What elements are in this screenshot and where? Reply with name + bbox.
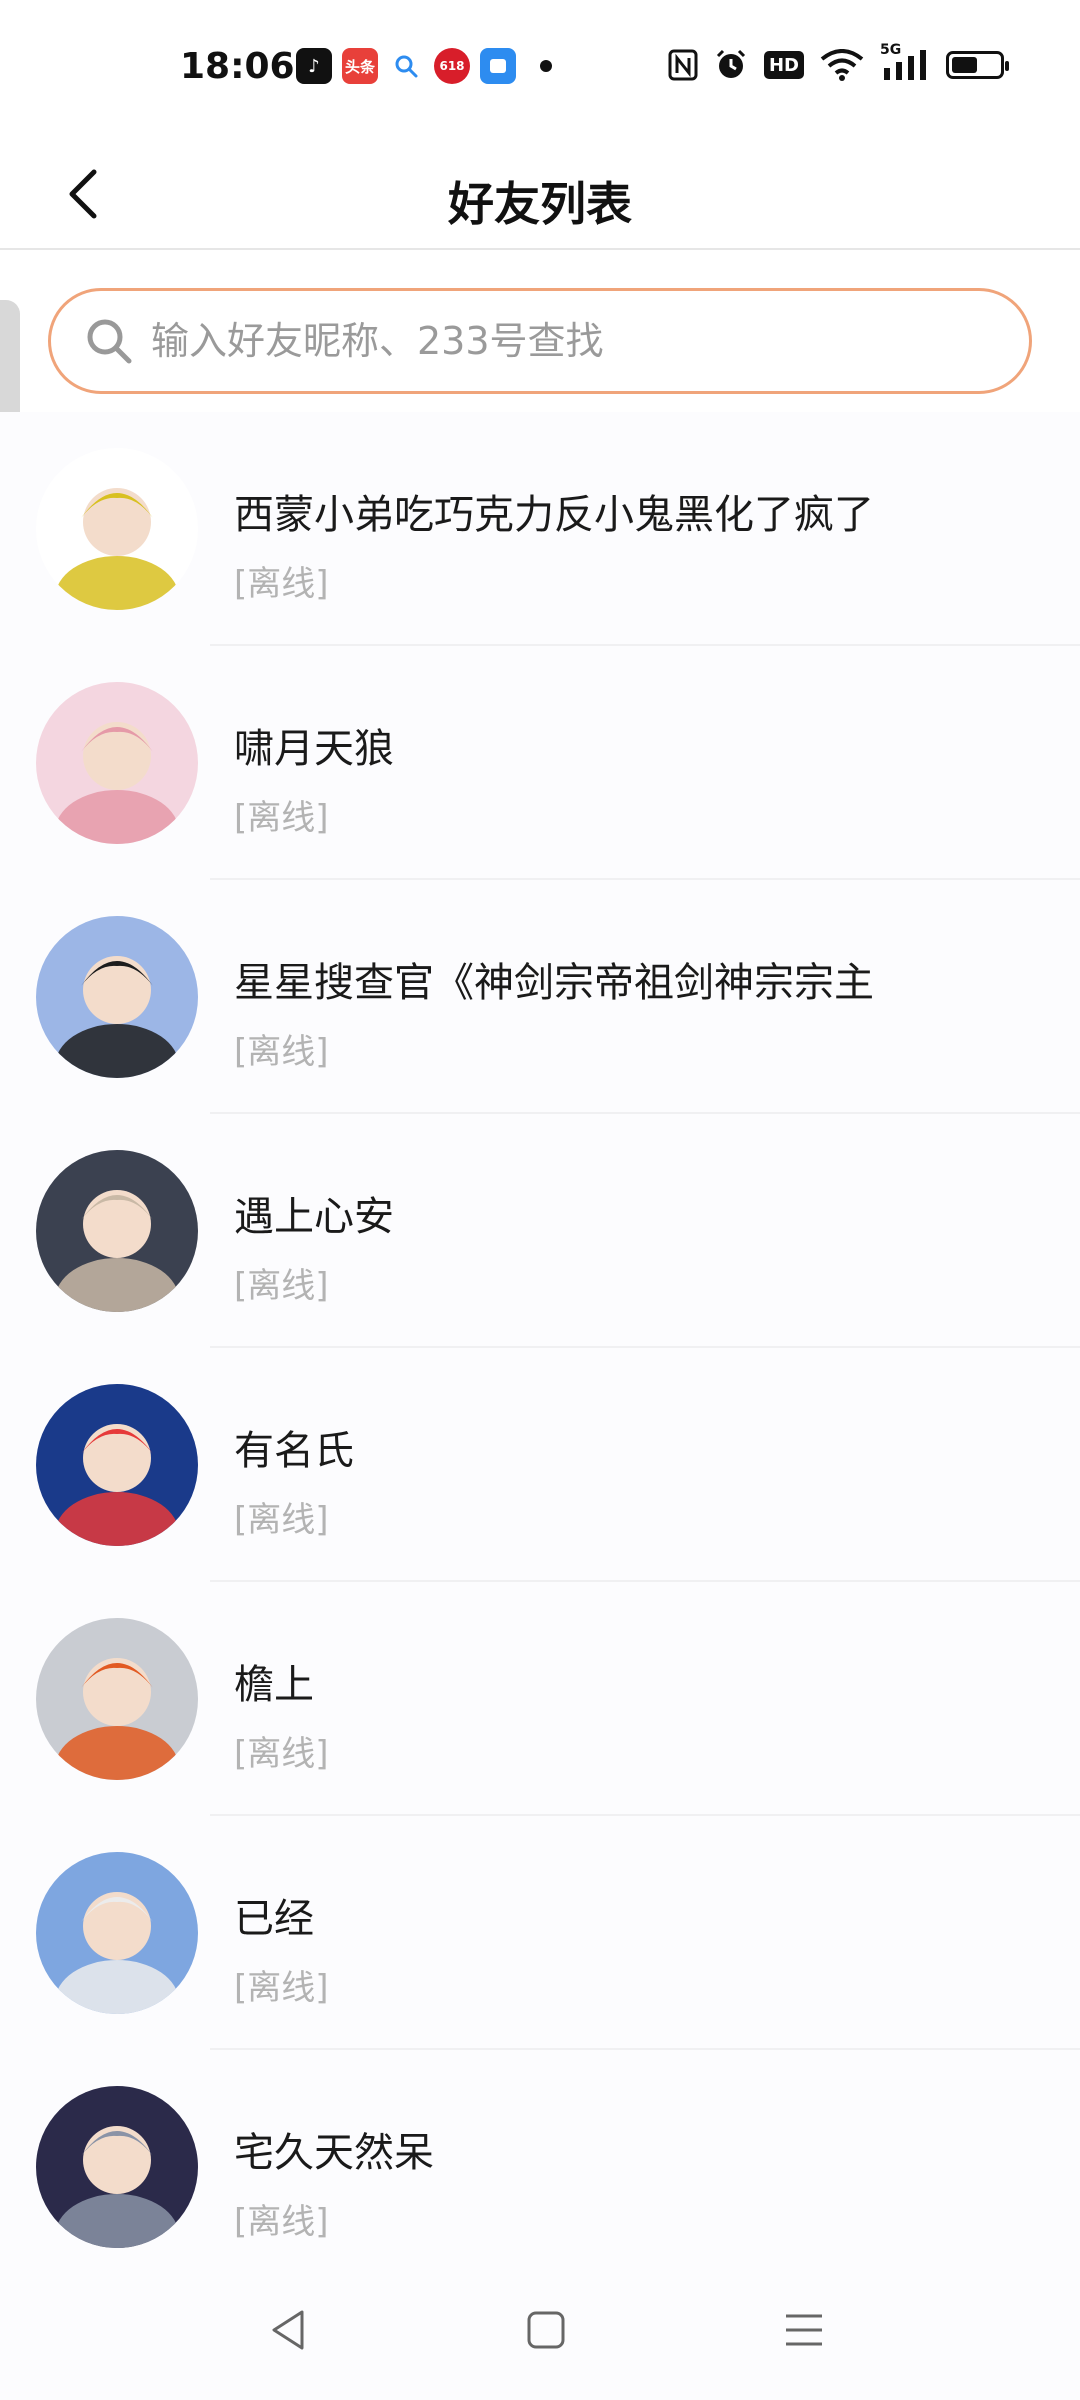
friend-name: 檐上 — [234, 1662, 314, 1708]
hd-icon: HD — [763, 51, 804, 79]
avatar[interactable] — [36, 2086, 198, 2248]
menu-icon — [786, 2314, 822, 2346]
friend-name: 宅久天然呆 — [234, 2130, 434, 2176]
battery-level — [952, 57, 977, 73]
friend-list-item[interactable]: 啸月天狼 [离线] — [0, 646, 1080, 880]
avatar[interactable] — [36, 1618, 198, 1780]
avatar[interactable] — [36, 682, 198, 844]
friend-status: [离线] — [234, 1266, 329, 1306]
friend-list-item[interactable]: 檐上 [离线] — [0, 1582, 1080, 1816]
square-home-icon — [527, 2311, 565, 2349]
friend-name: 啸月天狼 — [234, 726, 394, 772]
nav-menu-button[interactable] — [774, 2300, 834, 2360]
battery-icon — [946, 51, 1009, 79]
friend-name: 已经 — [234, 1896, 314, 1942]
friend-status: [离线] — [234, 1734, 329, 1774]
friend-list: 西蒙小弟吃巧克力反小鬼黑化了疯了 [离线] 啸月天狼 [离线] 星星搜查官《神剑宗帝祖剑… — [0, 412, 1080, 2284]
avatar[interactable] — [36, 916, 198, 1078]
messenger-app-icon — [480, 48, 516, 84]
friend-list-item[interactable]: 西蒙小弟吃巧克力反小鬼黑化了疯了 [离线] — [0, 412, 1080, 646]
friend-status: [离线] — [234, 1032, 329, 1072]
friend-name: 有名氏 — [234, 1428, 354, 1474]
friend-status: [离线] — [234, 798, 329, 838]
jd-618-icon: 618 — [434, 48, 470, 84]
signal-5g-label: 5G — [880, 42, 902, 58]
friend-status: [离线] — [234, 2202, 329, 2242]
header-bar: 好友列表 — [0, 140, 1080, 250]
page-title: 好友列表 — [448, 177, 632, 231]
friend-name: 遇上心安 — [234, 1194, 394, 1240]
avatar[interactable] — [36, 1384, 198, 1546]
friend-name: 西蒙小弟吃巧克力反小鬼黑化了疯了 — [234, 492, 874, 538]
avatar[interactable] — [36, 448, 198, 610]
friend-status: [离线] — [234, 564, 329, 604]
search-icon — [81, 313, 137, 369]
nav-home-button[interactable] — [516, 2300, 576, 2360]
search-input[interactable] — [149, 300, 1029, 382]
status-time: 18:06 — [180, 46, 295, 87]
status-bar: 18:06 ♪ 头条 618 HD 5G — [0, 0, 1080, 140]
nav-back-button[interactable] — [258, 2300, 318, 2360]
alarm-icon — [714, 48, 748, 82]
avatar[interactable] — [36, 1852, 198, 2014]
system-navigation-bar — [0, 2260, 1080, 2400]
wifi-icon — [820, 48, 864, 82]
signal-5g-icon: 5G — [880, 42, 930, 82]
friend-list-item[interactable]: 遇上心安 [离线] — [0, 1114, 1080, 1348]
friend-status: [离线] — [234, 1968, 329, 2008]
more-notifications-dot — [540, 60, 552, 72]
search-bar[interactable] — [48, 288, 1032, 394]
friend-status: [离线] — [234, 1500, 329, 1540]
friend-list-item[interactable]: 宅久天然呆 [离线] — [0, 2050, 1080, 2284]
system-icons: HD 5G — [668, 42, 1009, 82]
friend-list-item[interactable]: 星星搜查官《神剑宗帝祖剑神宗宗主 [离线] — [0, 880, 1080, 1114]
friend-list-item[interactable]: 已经 [离线] — [0, 1816, 1080, 2050]
avatar[interactable] — [36, 1150, 198, 1312]
search-app-icon — [388, 48, 424, 84]
notification-icons: ♪ 头条 618 — [296, 48, 552, 84]
friend-list-item[interactable]: 有名氏 [离线] — [0, 1348, 1080, 1582]
friend-name: 星星搜查官《神剑宗帝祖剑神宗宗主 — [234, 960, 874, 1006]
tiktok-icon: ♪ — [296, 48, 332, 84]
triangle-back-icon — [272, 2310, 304, 2350]
toutiao-icon: 头条 — [342, 48, 378, 84]
nfc-icon — [668, 48, 698, 82]
